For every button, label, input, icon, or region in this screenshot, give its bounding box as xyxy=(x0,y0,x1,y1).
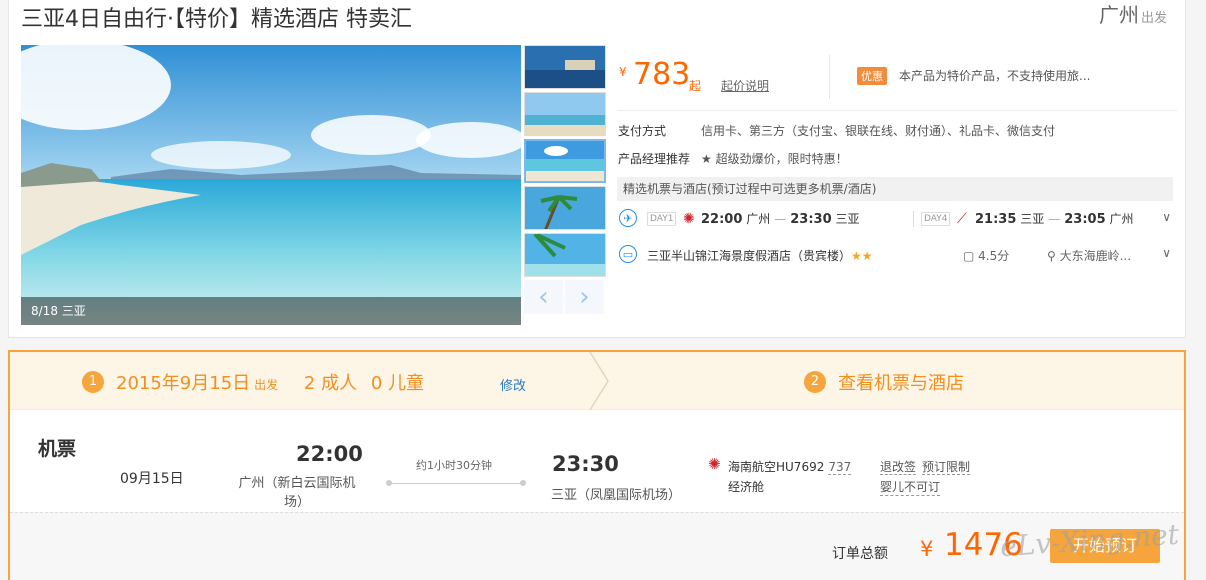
day-tag: DAY1 xyxy=(647,212,677,226)
price-explain-link[interactable]: 起价说明 xyxy=(721,77,769,94)
modify-link[interactable]: 修改 xyxy=(500,375,526,394)
pool-photo xyxy=(525,46,605,88)
promo-badge: 优惠 xyxy=(857,67,887,85)
prev-arrow-icon[interactable]: ‹ xyxy=(524,280,563,314)
product-card: 三亚4日自由行·【特价】精选酒店 特卖汇 广州 出发 8/18 三亚 ‹ › ¥… xyxy=(8,0,1186,338)
flight-section-label: 机票 xyxy=(38,438,77,460)
hotel-score: ▢ 4.5分 xyxy=(963,249,1010,263)
payment-label: 支付方式 xyxy=(618,124,667,138)
flight-rules: 退改签 预订限制 xyxy=(880,458,976,475)
return-dep-city: 三亚 xyxy=(1020,212,1045,226)
manager-value: ★ 超级劲爆价，限时特惠！ xyxy=(701,152,848,166)
payment-value: 信用卡、第三方（支付宝、银联在线、财付通）、礼品卡、微信支付 xyxy=(701,124,1056,138)
price-suffix: 起 xyxy=(689,79,702,93)
hotel-name: 三亚半山锦江海景度假酒店（贵宾楼）★★ xyxy=(647,249,873,263)
flight-date: 09月15日 xyxy=(120,471,184,487)
thumbnail[interactable] xyxy=(524,233,606,277)
booking-restriction-link[interactable]: 预订限制 xyxy=(922,460,971,475)
chevron-down-icon[interactable]: ∨ xyxy=(1162,210,1171,224)
divider xyxy=(829,55,830,99)
beach-photo xyxy=(525,93,605,135)
cabin-class: 经济舱 xyxy=(728,480,765,494)
thumbnail-strip: ‹ › xyxy=(524,45,606,325)
outbound-arr-city: 三亚 xyxy=(835,212,860,226)
step-2-badge: 2 xyxy=(804,371,826,393)
airline-name: 海南航空HU7692 xyxy=(728,460,825,474)
step-arrow-icon xyxy=(589,352,609,410)
thumbnail[interactable] xyxy=(524,186,606,230)
bed-icon: ▭ xyxy=(619,245,637,263)
children-count: 0 儿童 xyxy=(370,373,425,394)
airline-logo-icon: ✺ xyxy=(683,211,695,227)
hotel-summary-row[interactable]: ▭ 三亚半山锦江海景度假酒店（贵宾楼）★★ ▢ 4.5分 ⚲ 大东海鹿岭... … xyxy=(617,237,1177,273)
next-arrow-icon[interactable]: › xyxy=(565,280,604,314)
dep-airport: 广州（新白云国际机场） xyxy=(238,476,356,510)
selection-note: 精选机票与酒店(预订过程中可选更多机票/酒店) xyxy=(617,177,1173,201)
product-title: 三亚4日自由行·【特价】精选酒店 特卖汇 xyxy=(21,7,412,32)
flight-line xyxy=(386,480,526,486)
day-tag: DAY4 xyxy=(921,212,951,226)
total-label: 订单总额 xyxy=(832,546,888,562)
infant-rule-link[interactable]: 婴儿不可订 xyxy=(880,478,941,496)
chevron-down-icon[interactable]: ∨ xyxy=(1162,246,1171,260)
flight-summary-row[interactable]: ✈ DAY1 ✺ 22:00 广州 —23:30 三亚 DAY4 ⟋ 21:35 … xyxy=(617,201,1177,237)
price-value: 783 xyxy=(633,57,691,92)
airline-flight: 海南航空HU7692 737 xyxy=(728,458,852,475)
price-row: ¥ 783 起 起价说明 优惠 本产品为特价产品，不支持使用旅... xyxy=(617,45,1177,111)
comment-icon: ▢ xyxy=(963,249,979,263)
return-arr-city: 广州 xyxy=(1109,212,1134,226)
adults-count: 2 成人 xyxy=(303,373,358,394)
outbound-arr-time: 23:30 xyxy=(790,212,832,227)
palm-photo xyxy=(525,187,605,229)
gallery-caption: 8/18 三亚 xyxy=(21,297,521,325)
departure-info: 广州 出发 xyxy=(1099,0,1167,28)
thumbnail-nav: ‹ › xyxy=(524,280,606,314)
arr-time: 23:30 xyxy=(552,452,619,476)
booking-steps: 1 2015年9月15日 出发 2 成人 0 儿童 修改 2 查看机票与酒店 xyxy=(10,352,1184,410)
arr-airport: 三亚（凤凰国际机场） xyxy=(551,488,682,503)
departure-city: 广州 xyxy=(1098,3,1139,27)
return-arr-time: 23:05 xyxy=(1064,212,1106,227)
hotel-stars: ★★ xyxy=(851,249,873,263)
divider xyxy=(913,211,914,227)
return-dep-time: 21:35 xyxy=(975,212,1017,227)
outbound-dep-time: 22:00 xyxy=(701,212,743,227)
manager-row: 产品经理推荐 ★ 超级劲爆价，限时特惠！ xyxy=(617,143,1177,171)
airline-logo-icon: ⟋ xyxy=(957,211,967,227)
beach-photo xyxy=(21,45,521,325)
location-pin-icon: ⚲ xyxy=(1047,249,1060,263)
thumbnail-selected[interactable] xyxy=(524,139,606,183)
plane-model[interactable]: 737 xyxy=(828,460,852,475)
step-1-text: 2015年9月15日 出发 2 成人 0 儿童 xyxy=(116,369,424,395)
product-info: ¥ 783 起 起价说明 优惠 本产品为特价产品，不支持使用旅... 支付方式 … xyxy=(617,45,1177,273)
outbound-flight: 22:00 广州 —23:30 三亚 xyxy=(701,212,860,227)
departure-suffix: 出发 xyxy=(1140,11,1167,26)
return-flight: 21:35 三亚 —23:05 广州 xyxy=(975,212,1134,227)
outbound-dep-city: 广州 xyxy=(746,212,771,226)
hotel-address: ⚲ 大东海鹿岭... xyxy=(1047,249,1132,263)
dep-time: 22:00 xyxy=(296,442,363,466)
step-1-badge: 1 xyxy=(82,371,104,393)
palm-photo xyxy=(525,234,605,276)
airline-logo-icon: ✺ xyxy=(708,455,721,473)
main-photo[interactable]: 8/18 三亚 xyxy=(21,45,521,325)
change-rules-link[interactable]: 退改签 xyxy=(880,460,917,475)
total-symbol: ¥ xyxy=(920,537,934,561)
travel-date-suffix: 出发 xyxy=(254,378,279,392)
promo-text[interactable]: 本产品为特价产品，不支持使用旅... xyxy=(899,67,1090,84)
step-2-text[interactable]: 查看机票与酒店 xyxy=(838,369,964,395)
plane-icon: ✈ xyxy=(619,209,637,227)
manager-label: 产品经理推荐 xyxy=(618,152,691,166)
beach-photo xyxy=(526,141,604,181)
payment-row: 支付方式 信用卡、第三方（支付宝、银联在线、财付通）、礼品卡、微信支付 xyxy=(617,115,1177,143)
thumbnail[interactable] xyxy=(524,92,606,136)
flight-duration: 约1小时30分钟 xyxy=(416,459,492,472)
page: 三亚4日自由行·【特价】精选酒店 特卖汇 广州 出发 8/18 三亚 ‹ › ¥… xyxy=(0,0,1206,580)
flight-ticket: 机票 09月15日 22:00 广州（新白云国际机场） 约1小时30分钟 23:… xyxy=(10,410,1184,520)
price-symbol: ¥ xyxy=(619,65,627,79)
thumbnail[interactable] xyxy=(524,45,606,89)
travel-date: 2015年9月15日 xyxy=(116,373,251,394)
